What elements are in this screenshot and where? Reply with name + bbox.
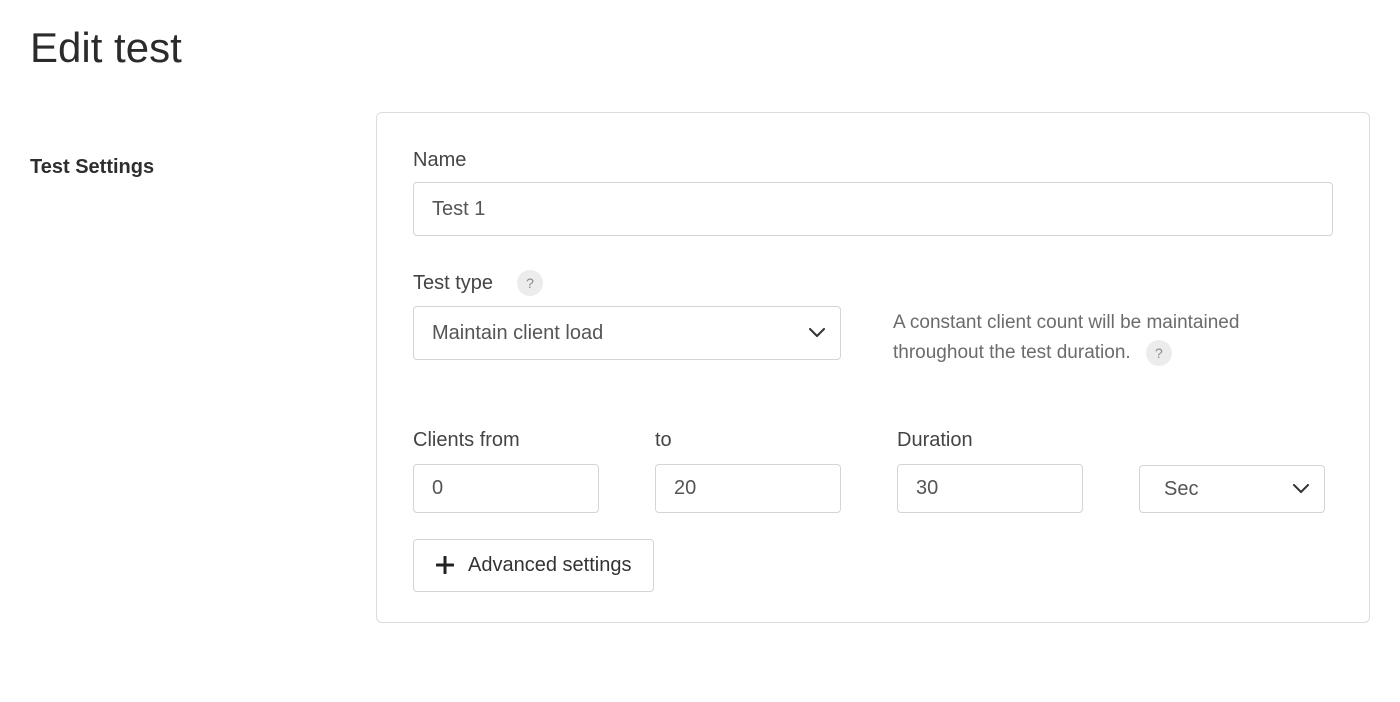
settings-panel: Name Test type ? Maintain client load (376, 112, 1370, 623)
clients-to-label: to (655, 429, 841, 452)
test-type-select[interactable]: Maintain client load (413, 306, 841, 360)
clients-from-label: Clients from (413, 429, 599, 452)
clients-from-input[interactable] (413, 464, 599, 513)
section-label: Test Settings (30, 112, 376, 179)
duration-unit-spacer (1139, 430, 1325, 453)
test-type-description-help-icon[interactable]: ? (1146, 340, 1172, 366)
plus-icon (436, 556, 454, 574)
duration-input[interactable] (897, 464, 1083, 513)
page-title: Edit test (30, 24, 1370, 72)
clients-to-input[interactable] (655, 464, 841, 513)
test-type-label: Test type (413, 272, 493, 295)
duration-label: Duration (897, 429, 1083, 452)
name-label: Name (413, 149, 1333, 172)
test-type-label-row: Test type ? (413, 270, 1333, 296)
test-type-help-icon[interactable]: ? (517, 270, 543, 296)
name-input[interactable] (413, 182, 1333, 236)
advanced-settings-label: Advanced settings (468, 554, 631, 577)
test-type-description: A constant client count will be maintain… (893, 306, 1333, 369)
test-type-description-text: A constant client count will be maintain… (893, 312, 1239, 363)
advanced-settings-button[interactable]: Advanced settings (413, 539, 654, 592)
duration-unit-select[interactable]: Sec (1139, 465, 1325, 513)
